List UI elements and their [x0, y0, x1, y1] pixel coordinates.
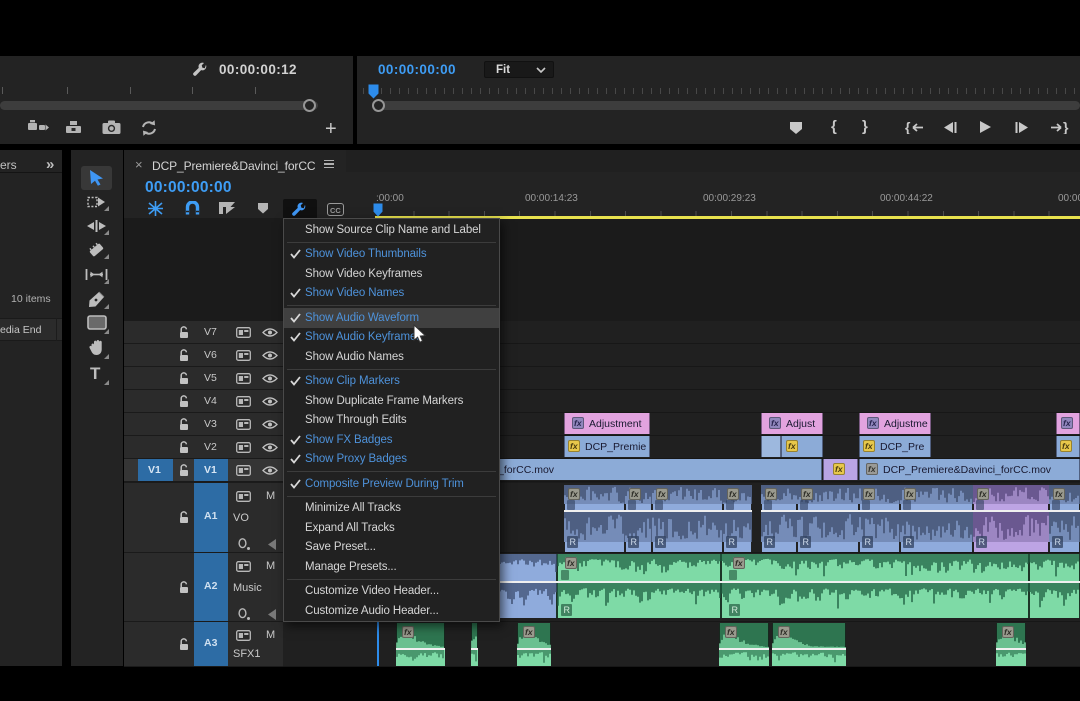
svg-text:{: {	[905, 121, 911, 134]
svg-text:}: }	[1063, 121, 1069, 134]
